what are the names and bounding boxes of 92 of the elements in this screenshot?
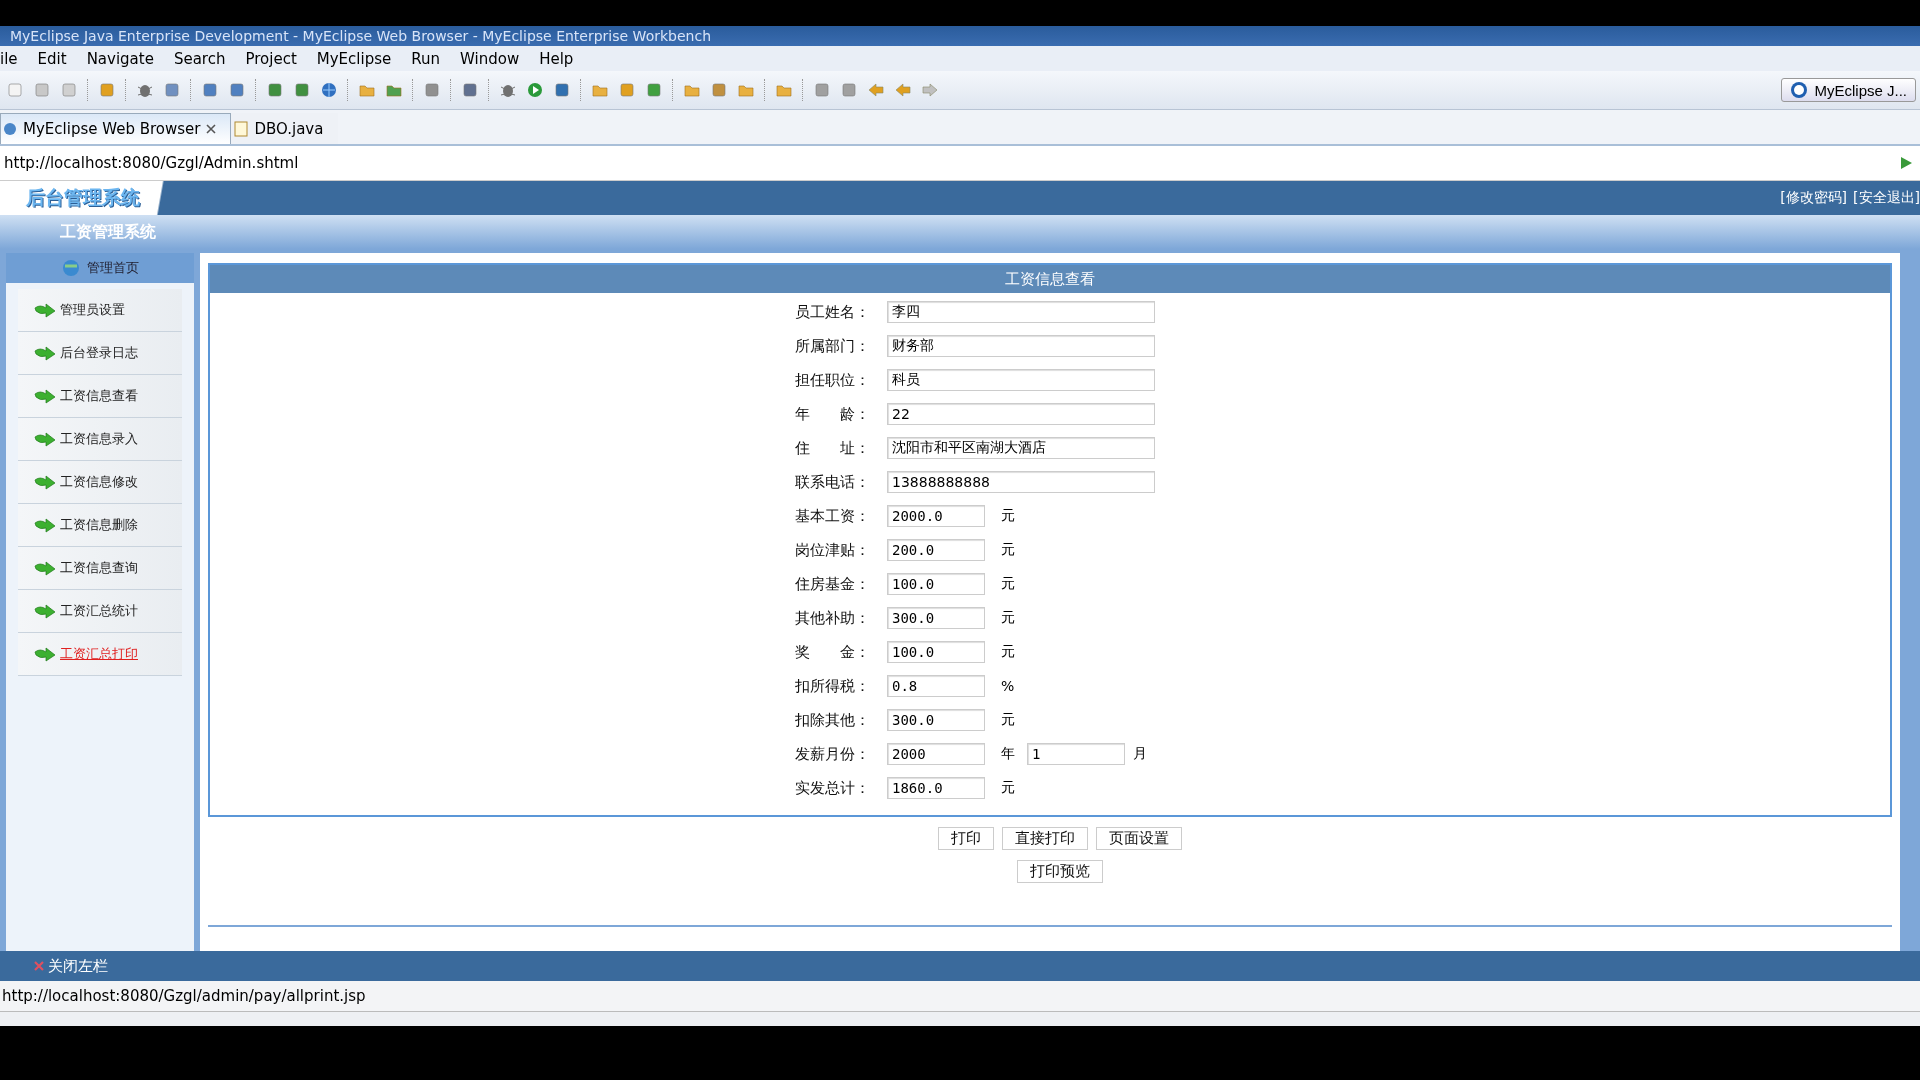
menu-item[interactable]: MyEclipse bbox=[306, 49, 402, 68]
field-label: 扣所得税： bbox=[795, 676, 871, 696]
field-label: 其他补助： bbox=[795, 608, 871, 628]
unit-label: 年 bbox=[1001, 745, 1015, 763]
nav-item[interactable]: 工资信息查看 bbox=[18, 375, 182, 418]
window-title: MyEclipse Java Enterprise Development - MyEclipse Web Browser - MyEclipse Enterprise Workbench bbox=[0, 26, 1920, 46]
input-field[interactable]: 2000.0 bbox=[887, 505, 985, 527]
java-file-icon bbox=[234, 121, 249, 137]
leaf-arrow-icon bbox=[34, 603, 56, 619]
field-label: 岗位津贴： bbox=[795, 540, 871, 560]
input-field[interactable]: 李四 bbox=[887, 301, 1155, 323]
nav-item[interactable]: 工资信息删除 bbox=[18, 504, 182, 547]
nav-item[interactable]: 后台登录日志 bbox=[18, 332, 182, 375]
unit-label: 元 bbox=[1001, 643, 1015, 661]
input-field[interactable]: 100.0 bbox=[887, 641, 985, 663]
menu-item[interactable]: Edit bbox=[27, 49, 77, 68]
nav-item[interactable]: 工资信息修改 bbox=[18, 461, 182, 504]
back-icon[interactable] bbox=[867, 81, 885, 99]
globe-icon[interactable] bbox=[320, 81, 338, 99]
editor-tab[interactable]: MyEclipse Web Browser bbox=[0, 113, 232, 144]
circle-logo-icon bbox=[1790, 81, 1809, 99]
leaf-arrow-icon bbox=[34, 646, 56, 662]
leaf-arrow-icon bbox=[34, 474, 56, 490]
field-label: 联系电话： bbox=[795, 472, 871, 492]
field-label: 所属部门： bbox=[795, 336, 871, 356]
unit-label: 元 bbox=[1001, 507, 1015, 525]
input-field[interactable]: 300.0 bbox=[887, 709, 985, 731]
menu-item[interactable]: Project bbox=[235, 49, 307, 68]
field-label: 扣除其他： bbox=[795, 710, 871, 730]
unit-label: % bbox=[1001, 678, 1015, 694]
field-label: 基本工资： bbox=[795, 506, 871, 526]
menu-item[interactable]: Window bbox=[450, 49, 530, 68]
system-title: 工资管理系统 bbox=[58, 221, 157, 243]
close-sidebar-link[interactable]: 关闭左栏 bbox=[48, 956, 108, 976]
back-icon[interactable] bbox=[894, 81, 912, 99]
perspective-button[interactable]: MyEclipse J... bbox=[1781, 78, 1916, 102]
menu-item[interactable]: Navigate bbox=[76, 49, 164, 68]
globe-icon bbox=[61, 258, 81, 278]
input-field[interactable]: 0.8 bbox=[887, 675, 985, 697]
print-button[interactable]: 页面设置 bbox=[1096, 827, 1182, 850]
unit-label: 月 bbox=[1133, 745, 1147, 763]
forward-icon[interactable] bbox=[921, 81, 939, 99]
panel-title: 工资信息查看 bbox=[210, 265, 1890, 293]
play-icon[interactable] bbox=[1898, 155, 1914, 171]
menu-item[interactable]: Help bbox=[529, 49, 584, 68]
print-button[interactable]: 直接打印 bbox=[1002, 827, 1088, 850]
unit-label: 元 bbox=[1001, 609, 1015, 627]
play-icon[interactable] bbox=[526, 81, 544, 99]
leaf-arrow-icon bbox=[34, 560, 56, 576]
field-label: 发薪月份： bbox=[795, 744, 871, 764]
input-field[interactable]: 2000 bbox=[887, 743, 985, 765]
input-field[interactable]: 1860.0 bbox=[887, 777, 985, 799]
leaf-arrow-icon bbox=[34, 302, 56, 318]
field-label: 担任职位： bbox=[795, 370, 871, 390]
input-field[interactable]: 22 bbox=[887, 403, 1155, 425]
unit-label: 元 bbox=[1001, 711, 1015, 729]
nav-item[interactable]: 管理员设置 bbox=[18, 289, 182, 332]
unit-label: 元 bbox=[1001, 779, 1015, 797]
header-link[interactable]: [安全退出] bbox=[1853, 189, 1920, 207]
leaf-arrow-icon bbox=[34, 431, 56, 447]
status-url: http://localhost:8080/Gzgl/admin/pay/allprint.jsp bbox=[0, 981, 1920, 1012]
unit-label: 元 bbox=[1001, 541, 1015, 559]
menu-item[interactable]: Run bbox=[401, 49, 450, 68]
preview-button[interactable]: 打印预览 bbox=[1017, 860, 1103, 883]
field-label: 住房基金： bbox=[795, 574, 871, 594]
field-label: 住 址： bbox=[795, 438, 871, 458]
home-link[interactable]: 管理首页 bbox=[87, 259, 139, 277]
field-label: 奖 金： bbox=[795, 642, 871, 662]
field-label: 实发总计： bbox=[795, 778, 871, 798]
nav-item[interactable]: 工资信息录入 bbox=[18, 418, 182, 461]
input-field[interactable]: 13888888888 bbox=[887, 471, 1155, 493]
input-field[interactable]: 200.0 bbox=[887, 539, 985, 561]
input-field[interactable]: 100.0 bbox=[887, 573, 985, 595]
nav-item[interactable]: 工资汇总统计 bbox=[18, 590, 182, 633]
close-icon[interactable] bbox=[206, 124, 217, 134]
input-field[interactable]: 300.0 bbox=[887, 607, 985, 629]
unit-label: 元 bbox=[1001, 575, 1015, 593]
input-field[interactable]: 沈阳市和平区南湖大酒店 bbox=[887, 437, 1155, 459]
nav-item[interactable]: 工资信息查询 bbox=[18, 547, 182, 590]
input-field[interactable]: 财务部 bbox=[887, 335, 1155, 357]
field-label: 年 龄： bbox=[795, 404, 871, 424]
field-label: 员工姓名： bbox=[795, 302, 871, 322]
header-link[interactable]: [修改密码] bbox=[1780, 189, 1848, 207]
leaf-arrow-icon bbox=[34, 517, 56, 533]
leaf-arrow-icon bbox=[34, 345, 56, 361]
menu-item[interactable]: Search bbox=[163, 49, 236, 68]
input-field[interactable]: 科员 bbox=[887, 369, 1155, 391]
menu-item[interactable]: ile bbox=[0, 49, 28, 68]
leaf-arrow-icon bbox=[34, 388, 56, 404]
globe-icon bbox=[3, 122, 17, 136]
print-button[interactable]: 打印 bbox=[938, 827, 994, 850]
input-field[interactable]: 1 bbox=[1027, 743, 1125, 765]
